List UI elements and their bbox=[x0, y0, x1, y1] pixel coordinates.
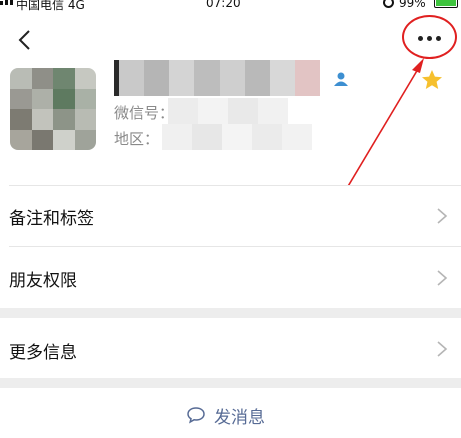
section-gap bbox=[0, 308, 461, 318]
rotation-lock-icon bbox=[383, 0, 394, 8]
chevron-right-icon bbox=[437, 208, 448, 224]
region-redacted bbox=[162, 124, 312, 150]
chevron-right-icon bbox=[437, 341, 448, 357]
message-bubble-icon bbox=[187, 407, 205, 424]
menu-item-more-info[interactable]: 更多信息 bbox=[0, 318, 461, 378]
nav-bar bbox=[0, 20, 461, 64]
send-message-button[interactable]: 发消息 bbox=[186, 398, 265, 432]
annotation-circle bbox=[402, 15, 457, 59]
menu-item-remark-tags[interactable]: 备注和标签 bbox=[0, 186, 461, 246]
region-label: 地区： bbox=[114, 130, 160, 148]
wechat-id-redacted bbox=[168, 98, 288, 124]
carrier-label: 中国电信 4G bbox=[16, 0, 85, 12]
menu-item-friend-permissions[interactable]: 朋友权限 bbox=[0, 247, 461, 307]
menu-item-label: 备注和标签 bbox=[9, 209, 94, 229]
wechat-id-label: 微信号： bbox=[114, 104, 175, 122]
signal-icon bbox=[0, 0, 13, 5]
send-message-label: 发消息 bbox=[214, 407, 265, 428]
section-gap bbox=[0, 378, 461, 388]
avatar[interactable] bbox=[10, 68, 96, 150]
gender-icon bbox=[334, 72, 348, 86]
back-icon[interactable] bbox=[14, 28, 38, 52]
battery-icon bbox=[434, 0, 458, 8]
clock: 07:20 bbox=[206, 0, 241, 10]
star-icon[interactable] bbox=[420, 68, 444, 92]
nickname-redacted bbox=[114, 60, 321, 96]
battery-percent: 99% bbox=[399, 0, 426, 10]
menu-item-label: 更多信息 bbox=[9, 343, 77, 363]
menu-item-label: 朋友权限 bbox=[9, 271, 77, 291]
chevron-right-icon bbox=[437, 270, 448, 286]
status-bar: 中国电信 4G 07:20 99% bbox=[0, 0, 461, 14]
